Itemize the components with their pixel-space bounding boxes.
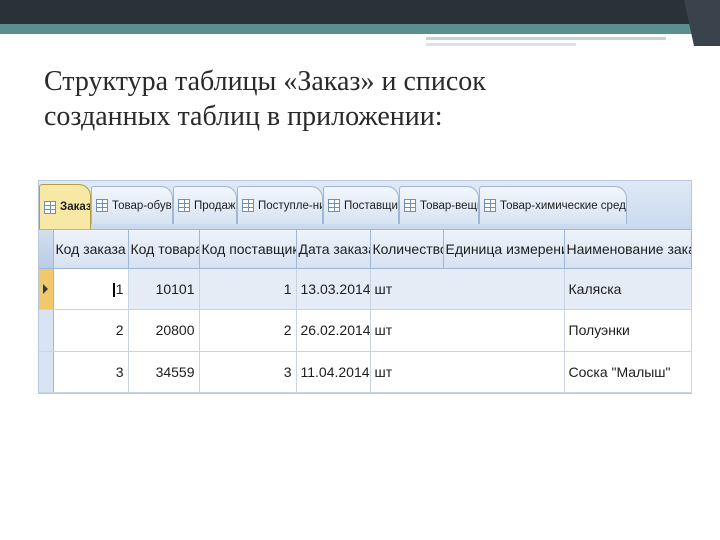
cell-data-zakaza[interactable]: 13.03.2014 1 (296, 268, 371, 311)
tab-label: Продажа (194, 199, 236, 212)
column-header-label: Наименование заказа (566, 241, 691, 257)
column-header-naimenovanie-zakaza[interactable]: Наименование заказа▼ (564, 230, 692, 269)
tab-label: Поступле-ние (258, 199, 322, 212)
tab-tovar-veshchi[interactable]: Товар-вещи (399, 186, 479, 224)
tab-postuplenie[interactable]: Поступле-ние (237, 186, 323, 224)
table-icon (178, 199, 190, 212)
cell-kod-postavshchika[interactable]: 3 (199, 351, 297, 394)
column-header-label: Код поставщика (201, 241, 296, 257)
column-header-data-zakaza[interactable]: Дата заказа▼ (296, 230, 371, 269)
table-icon (44, 200, 56, 214)
table-icon (404, 199, 416, 212)
datasheet-grid: Код заказа▼ Код товара▼ Код поставщика▼ … (39, 230, 692, 394)
cell-naimenovanie-zakaza[interactable]: Полуэнки (564, 309, 692, 352)
column-header-kolichestvo[interactable]: Количество▼ (370, 230, 444, 269)
cell-kod-zakaza[interactable]: 1 (53, 268, 129, 311)
tab-label: Заказ (60, 201, 91, 213)
tab-tovar-khimicheskie-sredstva[interactable]: Товар-химические средства (479, 186, 627, 224)
cell-kod-zakaza[interactable]: 2 (53, 309, 129, 352)
table-icon (96, 199, 108, 212)
slide-title: Структура таблицы «Заказ» и список созда… (44, 64, 684, 134)
tab-label: Товар-химические средства (500, 199, 626, 212)
decor-line (426, 37, 666, 40)
cell-kod-postavshchika[interactable]: 2 (199, 309, 297, 352)
edit-cursor (112, 283, 115, 298)
cell-edinitsa-izmereniya[interactable]: шт (370, 309, 565, 352)
slide-title-line-2: созданных таблиц в приложении: (44, 101, 443, 132)
record-selector[interactable] (39, 351, 54, 394)
cell-naimenovanie-zakaza[interactable]: Каляска (564, 268, 692, 311)
cell-edinitsa-izmereniya[interactable]: шт (370, 351, 565, 394)
tab-label: Поставщик (344, 199, 399, 212)
cell-kod-postavshchika[interactable]: 1 (199, 268, 297, 311)
column-header-edinitsa-izmereniya[interactable]: Единица измерения▼ (443, 230, 565, 269)
column-header-label: Код товара (130, 241, 199, 257)
column-header-kod-postavshchika[interactable]: Код поставщика▼ (199, 230, 297, 269)
access-datasheet-window: Заказ Товар-обувь Продажа Поступле-ние П… (38, 180, 692, 394)
table-icon (484, 199, 496, 212)
cell-kod-tovara[interactable]: 34559 (128, 351, 200, 394)
record-selector[interactable] (39, 268, 54, 311)
column-header-label: Дата заказа (298, 241, 370, 257)
cell-kod-tovara[interactable]: 10101 (128, 268, 200, 311)
corner-decor (684, 0, 694, 46)
cell-kod-tovara[interactable]: 20800 (128, 309, 200, 352)
table-row[interactable]: 2 20800 2 26.02.2014 5 шт Полуэнки (39, 309, 692, 352)
column-header-label: Код заказа (55, 241, 126, 257)
cell-value: 1 (115, 281, 124, 298)
current-record-icon (43, 284, 49, 295)
table-icon (242, 199, 254, 212)
tab-tovar-obuv[interactable]: Товар-обувь (91, 186, 173, 224)
select-all-corner[interactable] (39, 230, 54, 269)
cell-kod-zakaza[interactable]: 3 (53, 351, 129, 394)
table-row[interactable]: 1 10101 1 13.03.2014 1 шт Каляска (39, 268, 692, 311)
cell-naimenovanie-zakaza[interactable]: Соска "Малыш" (564, 351, 692, 394)
cell-data-zakaza[interactable]: 11.04.2014 2 (296, 351, 371, 394)
cell-data-zakaza[interactable]: 26.02.2014 5 (296, 309, 371, 352)
column-header-kod-tovara[interactable]: Код товара▼ (128, 230, 200, 269)
column-header-label: Единица измерения (445, 241, 564, 257)
slide-title-line-1: Структура таблицы «Заказ» и список (44, 66, 486, 97)
column-header-row: Код заказа▼ Код товара▼ Код поставщика▼ … (39, 230, 692, 269)
decor-line (426, 43, 576, 46)
tab-label: Товар-обувь (112, 199, 173, 212)
top-accent-bar (0, 24, 720, 34)
table-icon (328, 199, 340, 212)
column-header-label: Количество (372, 241, 443, 257)
tab-prodazha[interactable]: Продажа (173, 186, 237, 224)
table-row[interactable]: 3 34559 3 11.04.2014 2 шт Соска "Малыш" (39, 351, 692, 394)
cell-edinitsa-izmereniya[interactable]: шт (370, 268, 565, 311)
column-header-kod-zakaza[interactable]: Код заказа▼ (53, 230, 129, 269)
object-tab-bar: Заказ Товар-обувь Продажа Поступле-ние П… (39, 181, 691, 230)
record-selector[interactable] (39, 309, 54, 352)
top-decor-bar (0, 0, 720, 24)
tab-postavshchik[interactable]: Поставщик (323, 186, 399, 224)
corner-decor (694, 0, 720, 46)
tab-zakaz[interactable]: Заказ (39, 184, 91, 229)
tab-label: Товар-вещи (420, 199, 479, 212)
